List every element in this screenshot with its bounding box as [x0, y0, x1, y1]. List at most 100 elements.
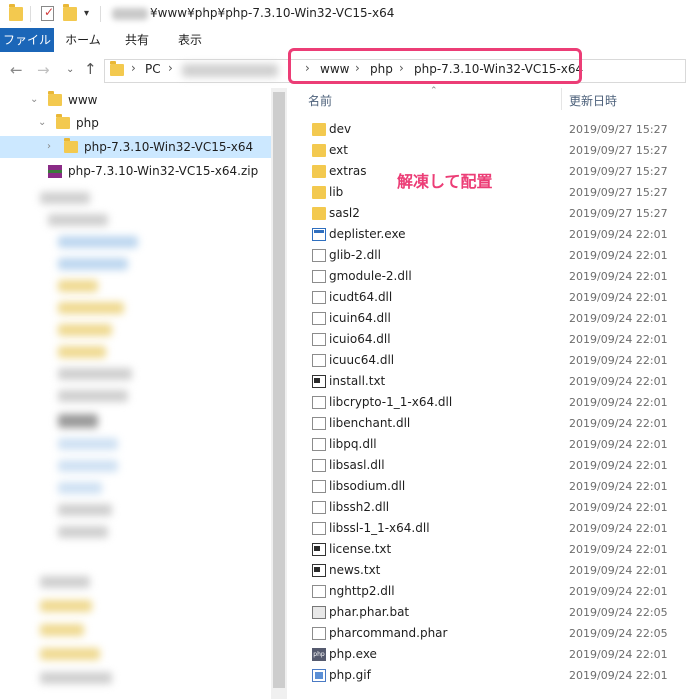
file-row[interactable]: deplister.exe 2019/09/24 22:01 [308, 224, 689, 245]
dll-icon [312, 333, 326, 346]
dll-icon [312, 291, 326, 304]
customize-toolbar-chevron-icon[interactable]: ▾ [84, 8, 89, 19]
file-row[interactable]: glib-2.dll 2019/09/24 22:01 [308, 245, 689, 266]
folder-icon [312, 165, 326, 178]
file-modified-date: 2019/09/24 22:01 [569, 270, 668, 283]
file-name: install.txt [329, 374, 386, 388]
tab-view[interactable]: 表示 [165, 28, 215, 52]
dll-icon [312, 396, 326, 409]
column-header-name[interactable]: 名前 [308, 92, 332, 109]
file-row[interactable]: libssl-1_1-x64.dll 2019/09/24 22:01 [308, 518, 689, 539]
file-row[interactable]: sasl2 2019/09/27 15:27 [308, 203, 689, 224]
blurred-tree-item [40, 576, 90, 588]
php-exe-icon: php [312, 648, 326, 661]
dll-icon [312, 312, 326, 325]
file-row[interactable]: icudt64.dll 2019/09/24 22:01 [308, 287, 689, 308]
properties-icon[interactable]: ✓ [41, 5, 54, 21]
blurred-tree-item [58, 390, 128, 402]
breadcrumb-separator-icon[interactable]: › [131, 61, 136, 75]
tree-item-php[interactable]: ⌄ php [0, 113, 271, 134]
file-name: icuin64.dll [329, 311, 391, 325]
forward-arrow-icon[interactable]: → [37, 62, 50, 78]
tree-item-zip[interactable]: php-7.3.10-Win32-VC15-x64.zip [0, 161, 271, 182]
dll-icon [312, 249, 326, 262]
file-row[interactable]: icuio64.dll 2019/09/24 22:01 [308, 329, 689, 350]
image-file-icon [312, 669, 326, 682]
dll-icon [312, 417, 326, 430]
column-header-date[interactable]: 更新日時 [569, 92, 617, 109]
tab-home[interactable]: ホーム [58, 28, 108, 52]
file-row[interactable]: icuuc64.dll 2019/09/24 22:01 [308, 350, 689, 371]
file-modified-date: 2019/09/24 22:01 [569, 564, 668, 577]
file-row[interactable]: libsodium.dll 2019/09/24 22:01 [308, 476, 689, 497]
file-name: gmodule-2.dll [329, 269, 412, 283]
blurred-tree-item [58, 460, 118, 472]
file-modified-date: 2019/09/24 22:01 [569, 375, 668, 388]
file-row[interactable]: nghttp2.dll 2019/09/24 22:01 [308, 581, 689, 602]
tree-item-label: php-7.3.10-Win32-VC15-x64.zip [68, 164, 259, 178]
file-row[interactable]: libssh2.dll 2019/09/24 22:01 [308, 497, 689, 518]
breadcrumb-pc[interactable]: PC [145, 62, 161, 76]
file-row[interactable]: install.txt 2019/09/24 22:01 [308, 371, 689, 392]
file-row[interactable]: libpq.dll 2019/09/24 22:01 [308, 434, 689, 455]
file-row[interactable]: php php.exe 2019/09/24 22:01 [308, 644, 689, 665]
dll-icon [312, 522, 326, 535]
recent-locations-chevron-icon[interactable]: ⌄ [66, 64, 74, 75]
file-modified-date: 2019/09/24 22:01 [569, 249, 668, 262]
tree-item-www[interactable]: ⌄ www [0, 90, 271, 111]
file-name: icuuc64.dll [329, 353, 395, 367]
dll-icon [312, 501, 326, 514]
blurred-tree-item [58, 504, 112, 516]
file-row[interactable]: lib 2019/09/27 15:27 [308, 182, 689, 203]
file-name: pharcommand.phar [329, 626, 448, 640]
file-row[interactable]: ext 2019/09/27 15:27 [308, 140, 689, 161]
file-row[interactable]: php.gif 2019/09/24 22:01 [308, 665, 689, 686]
tab-share[interactable]: 共有 [112, 28, 162, 52]
file-row[interactable]: license.txt 2019/09/24 22:01 [308, 539, 689, 560]
folder-icon [312, 207, 326, 220]
file-row[interactable]: libsasl.dll 2019/09/24 22:01 [308, 455, 689, 476]
title-divider [30, 6, 31, 22]
file-row[interactable]: news.txt 2019/09/24 22:01 [308, 560, 689, 581]
file-row[interactable]: extras 2019/09/27 15:27 [308, 161, 689, 182]
file-name: news.txt [329, 563, 381, 577]
blurred-tree-item [58, 302, 124, 314]
file-row[interactable]: libenchant.dll 2019/09/24 22:01 [308, 413, 689, 434]
tab-file[interactable]: ファイル [0, 28, 54, 52]
dll-icon [312, 459, 326, 472]
chevron-down-icon[interactable]: ⌄ [38, 117, 46, 128]
file-modified-date: 2019/09/24 22:01 [569, 543, 668, 556]
file-name: license.txt [329, 542, 392, 556]
text-file-icon [312, 375, 326, 388]
new-folder-icon[interactable] [63, 4, 77, 21]
file-row[interactable]: pharcommand.phar 2019/09/24 22:05 [308, 623, 689, 644]
file-modified-date: 2019/09/27 15:27 [569, 123, 668, 136]
blurred-tree-item [58, 482, 102, 494]
chevron-right-icon[interactable]: › [47, 141, 51, 152]
tree-item-selected-folder[interactable]: › php-7.3.10-Win32-VC15-x64 [0, 136, 271, 158]
file-name: nghttp2.dll [329, 584, 395, 598]
up-arrow-icon[interactable]: ↑ [84, 61, 97, 77]
file-icon [312, 627, 326, 640]
blurred-breadcrumb [182, 64, 278, 77]
file-row[interactable]: dev 2019/09/27 15:27 [308, 119, 689, 140]
blurred-tree-item [58, 414, 98, 428]
breadcrumb-separator-icon[interactable]: › [168, 61, 173, 75]
file-row[interactable]: phar.phar.bat 2019/09/24 22:05 [308, 602, 689, 623]
file-modified-date: 2019/09/24 22:01 [569, 228, 668, 241]
file-name: glib-2.dll [329, 248, 381, 262]
file-modified-date: 2019/09/24 22:01 [569, 585, 668, 598]
file-row[interactable]: libcrypto-1_1-x64.dll 2019/09/24 22:01 [308, 392, 689, 413]
dll-icon [312, 354, 326, 367]
dll-icon [312, 585, 326, 598]
file-name: dev [329, 122, 352, 136]
file-row[interactable]: icuin64.dll 2019/09/24 22:01 [308, 308, 689, 329]
file-modified-date: 2019/09/24 22:01 [569, 396, 668, 409]
file-modified-date: 2019/09/24 22:01 [569, 669, 668, 682]
tree-scrollbar-thumb[interactable] [273, 92, 285, 688]
column-divider[interactable] [561, 88, 562, 110]
back-arrow-icon[interactable]: ← [10, 62, 23, 78]
chevron-down-icon[interactable]: ⌄ [30, 94, 38, 105]
blurred-tree-item [58, 368, 132, 380]
file-row[interactable]: gmodule-2.dll 2019/09/24 22:01 [308, 266, 689, 287]
